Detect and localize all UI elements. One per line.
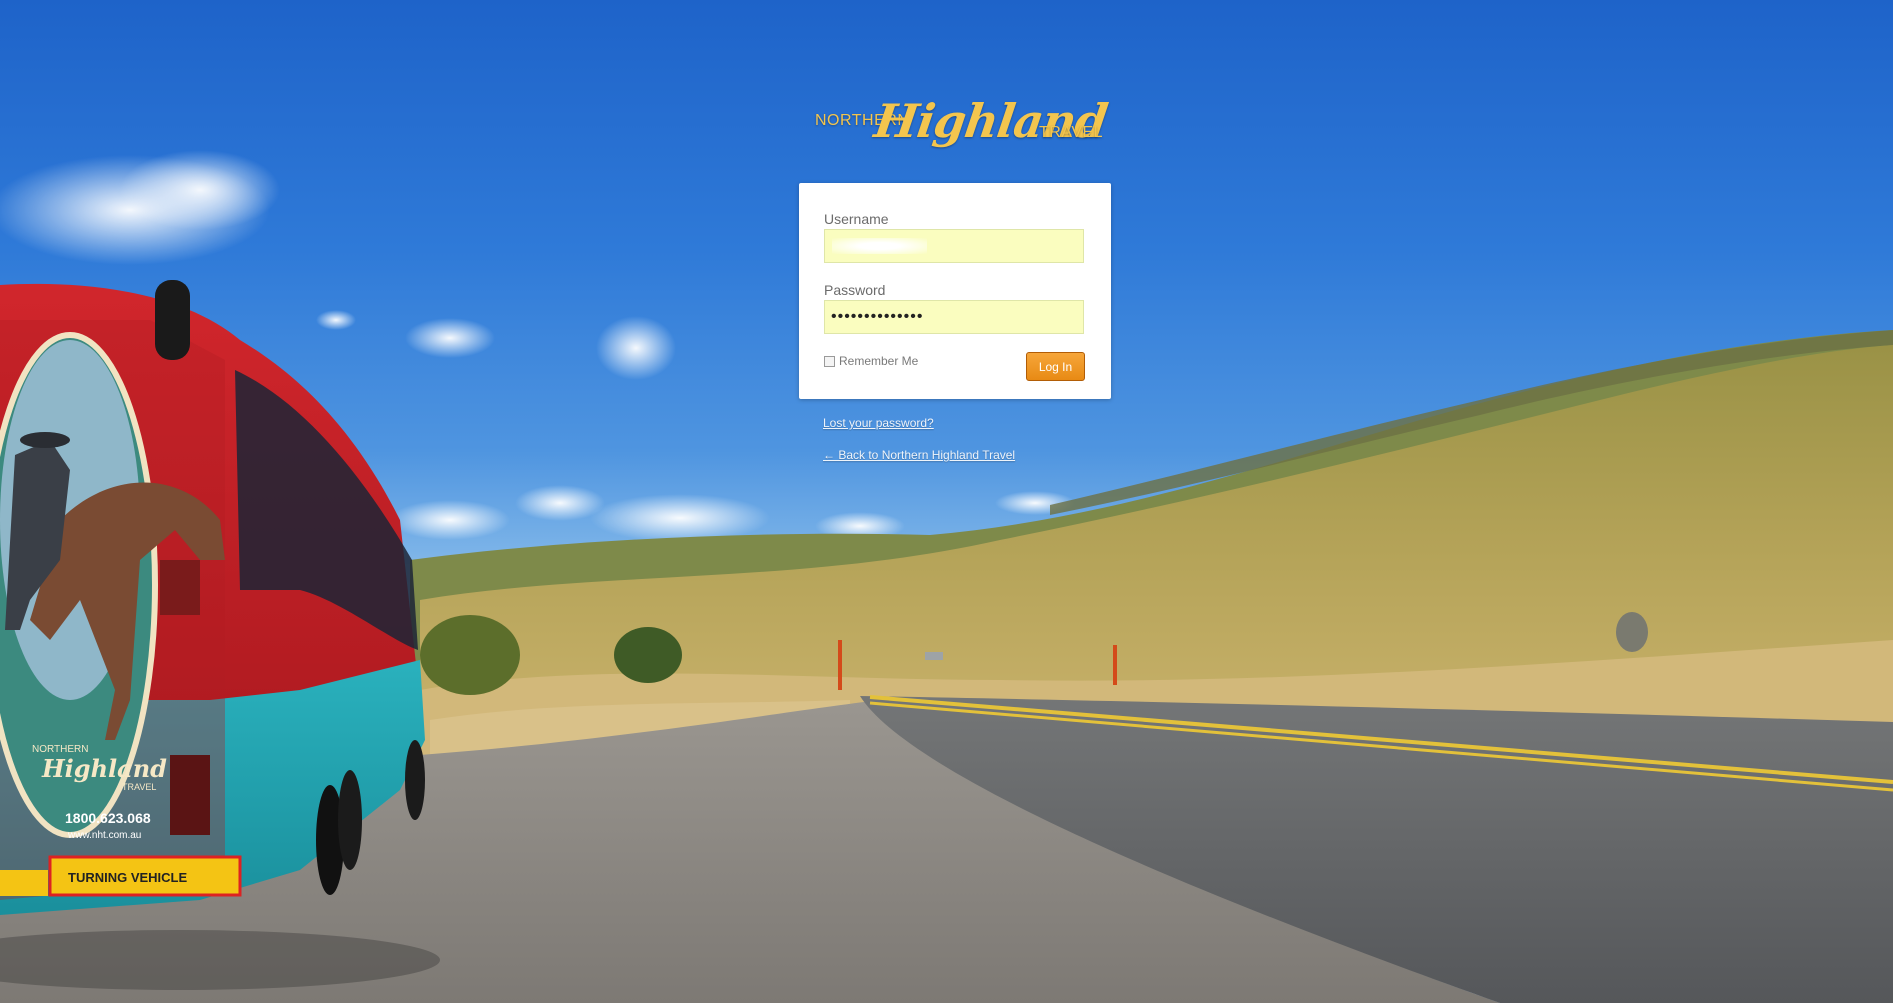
bus-brand-highland: Highland [41, 754, 167, 783]
username-label: Username [824, 211, 889, 227]
bus-website: www.nht.com.au [67, 830, 141, 841]
remember-me-checkbox[interactable] [824, 355, 835, 367]
password-input[interactable] [824, 300, 1084, 334]
lost-password-link[interactable]: Lost your password? [823, 416, 934, 430]
logo-travel-text: TRAVEL [1039, 124, 1104, 141]
username-input[interactable] [824, 229, 1084, 263]
back-to-site-link[interactable]: ← Back to Northern Highland Travel [823, 448, 1015, 462]
bus-warning: TURNING VEHICLE [68, 870, 188, 885]
northern-highland-travel-logo: NORTHERN Highland TRAVEL [815, 94, 1110, 172]
remember-me-label[interactable]: Remember Me [839, 354, 918, 368]
log-in-button[interactable]: Log In [1026, 352, 1085, 381]
bus-phone: 1800.623.068 [65, 810, 151, 826]
login-page-background: NORTHERN Highland TRAVEL 1800.623.068 ww… [0, 0, 1893, 1003]
login-form: Username Password Remember Me Log In [799, 183, 1111, 399]
bus-brand-travel: TRAVEL [122, 782, 156, 792]
password-label: Password [824, 282, 886, 298]
remember-me-row[interactable]: Remember Me [824, 354, 918, 368]
